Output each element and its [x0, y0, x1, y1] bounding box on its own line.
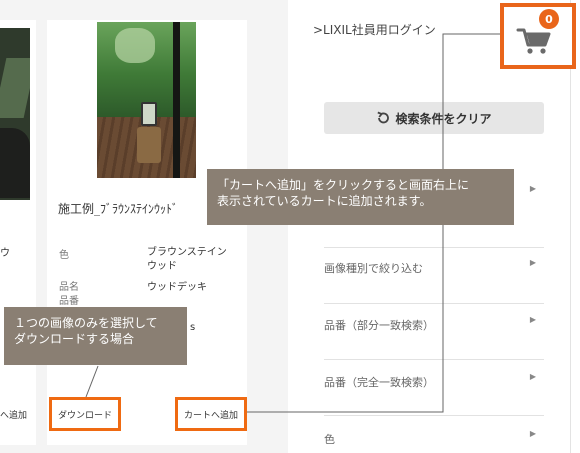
spec-label-name: 品名: [59, 282, 79, 293]
spec-value-code: s: [190, 322, 196, 333]
spec-value-color: ブラウンステイン ウッド: [147, 247, 227, 272]
clear-search-button[interactable]: 検索条件をクリア: [324, 102, 544, 134]
partial-add-to-cart-button[interactable]: へ追加: [0, 408, 27, 421]
chevron-right-icon: ▶: [529, 258, 536, 267]
clear-search-label: 検索条件をクリア: [395, 111, 492, 126]
product-title: 施工例_ﾌﾞﾗｳﾝｽﾃｲﾝｳｯﾄﾞ: [58, 202, 179, 216]
employee-login-link[interactable]: >LIXIL社員用ログイン: [313, 21, 436, 38]
cart-tooltip: 「カートへ追加」をクリックすると画面右上に 表示されているカートに追加されます。: [207, 169, 514, 225]
product-thumbnail[interactable]: [97, 22, 196, 178]
filter-label: 色: [324, 433, 335, 446]
product-thumbnail[interactable]: [0, 28, 30, 200]
product-card: [47, 20, 247, 445]
filter-label: 品番（部分一致検索）: [324, 319, 434, 332]
filter-label: 画像種別で絞り込む: [324, 262, 423, 275]
filter-label: 品番（完全一致検索）: [324, 376, 434, 389]
cart-count-badge: 0: [539, 9, 559, 29]
chevron-right-icon: ▶: [529, 429, 536, 438]
chevron-right-icon: ▶: [529, 184, 536, 193]
filter-exact-code[interactable]: 品番（完全一致検索） ▶: [324, 360, 544, 416]
spec-value-name: ウッドデッキ: [147, 282, 207, 293]
product-card-partial: [0, 20, 36, 445]
cart-icon: [516, 28, 551, 54]
chevron-right-icon: ▶: [529, 315, 536, 324]
download-tooltip: １つの画像のみを選択して ダウンロードする場合: [4, 307, 187, 365]
spec-label-color: 色: [59, 250, 69, 261]
filter-partial-code[interactable]: 品番（部分一致検索） ▶: [324, 304, 544, 360]
filter-color[interactable]: 色 ▶: [324, 416, 544, 453]
spec-label-code: 品番: [59, 296, 79, 307]
chevron-right-icon: ▶: [529, 372, 536, 381]
partial-card-spec: ウ: [0, 248, 10, 259]
download-button[interactable]: ダウンロード: [49, 397, 121, 431]
add-to-cart-button[interactable]: カートへ追加: [175, 397, 247, 431]
filter-image-type[interactable]: 画像種別で絞り込む ▶: [324, 248, 544, 304]
reset-icon: [377, 111, 390, 124]
